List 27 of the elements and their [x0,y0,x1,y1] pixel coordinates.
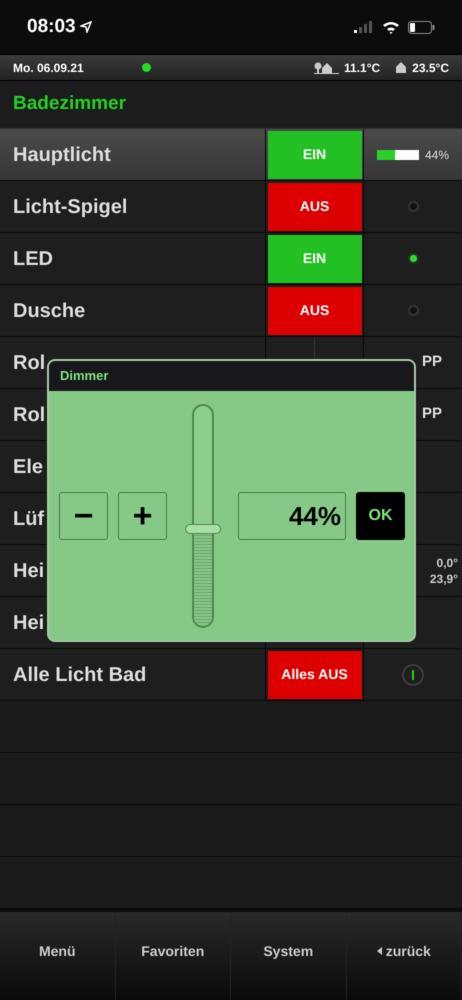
outdoor-temperature: 11.1°C [344,60,380,76]
clock-time: 08:03 [27,14,76,39]
device-label: Lüf [13,506,44,532]
device-label: Alle Licht Bad [13,662,146,688]
device-label: LED [13,246,53,272]
temperature-reading: 0,0° [436,554,458,570]
tab-label: zurück [386,942,431,960]
tab-label: Favoriten [141,942,204,960]
temperature-reading: 23,9° [430,570,458,586]
date-text: Mo. 06.09.21 [13,60,84,76]
device-label: Hauptlicht [13,142,111,168]
device-label: Rol [13,350,46,376]
device-label: Licht-Spigel [13,194,128,220]
device-label: Ele [13,454,44,480]
device-label: Rol [13,402,46,428]
stop-label: PP [422,352,442,372]
device-label: Dusche [13,298,86,324]
room-title: Badezimmer [13,92,126,116]
stop-label: PP [422,404,442,424]
level-reading: 44% [424,146,450,164]
indoor-temperature: 23.5°C [412,60,449,76]
tab-label: System [263,942,314,961]
tab-label: Menü [38,942,76,960]
dialog-title: Dimmer [60,367,108,386]
device-label: Hei [13,610,44,636]
dimmer-value: 44% [288,500,341,532]
device-label: Hei [13,558,44,584]
